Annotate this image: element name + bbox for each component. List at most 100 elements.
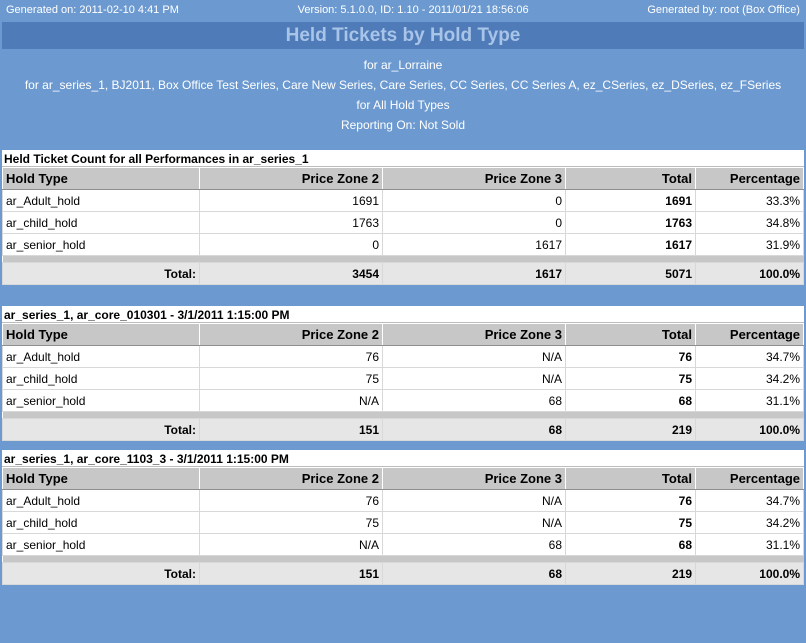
table-cell: 34.7% xyxy=(695,345,804,368)
table-cell: ar_senior_hold xyxy=(2,389,200,412)
column-header: Price Zone 3 xyxy=(382,467,566,490)
table-cell: ar_child_hold xyxy=(2,211,200,234)
table-row: ar_senior_hold N/A 68 68 31.1% xyxy=(2,533,804,556)
total-cell: 219 xyxy=(565,562,696,585)
table-cell: ar_senior_hold xyxy=(2,533,200,556)
table-cell: 31.9% xyxy=(695,233,804,256)
total-label: Total: xyxy=(2,562,200,585)
total-cell: 151 xyxy=(199,562,383,585)
table-cell: 76 xyxy=(565,489,696,512)
report-title-bar: Held Tickets by Hold Type xyxy=(2,22,804,49)
table-cell: ar_senior_hold xyxy=(2,233,200,256)
table-cell: 31.1% xyxy=(695,389,804,412)
total-cell: 100.0% xyxy=(695,262,804,285)
table-cell: 76 xyxy=(565,345,696,368)
hold-type-table: Hold Type Price Zone 2 Price Zone 3 Total Pe… xyxy=(2,323,804,441)
table-cell: 1691 xyxy=(199,189,383,212)
table-cell: 1691 xyxy=(565,189,696,212)
hold-type-table: Hold Type Price Zone 2 Price Zone 3 Total Pe… xyxy=(2,467,804,585)
column-header: Price Zone 3 xyxy=(382,323,566,346)
table-spacer-row xyxy=(2,411,804,419)
column-header: Hold Type xyxy=(2,167,200,190)
table-row: ar_senior_hold 0 1617 1617 31.9% xyxy=(2,233,804,256)
table-row: ar_child_hold 75 N/A 75 34.2% xyxy=(2,511,804,534)
table-cell: 0 xyxy=(382,211,566,234)
param-hold-types: for All Hold Types xyxy=(356,98,450,112)
column-header: Hold Type xyxy=(2,467,200,490)
column-header: Total xyxy=(565,167,696,190)
table-cell: 68 xyxy=(382,389,566,412)
column-header: Total xyxy=(565,323,696,346)
report-parameters: for ar_Lorraine for ar_series_1, BJ2011,… xyxy=(0,49,806,135)
table-row: ar_child_hold 75 N/A 75 34.2% xyxy=(2,367,804,390)
column-header: Total xyxy=(565,467,696,490)
table-row: ar_Adult_hold 1691 0 1691 33.3% xyxy=(2,189,804,212)
table-cell: 75 xyxy=(565,511,696,534)
total-label: Total: xyxy=(2,418,200,441)
column-header: Price Zone 2 xyxy=(199,167,383,190)
table-cell: N/A xyxy=(382,511,566,534)
table-cell: 1617 xyxy=(382,233,566,256)
total-cell: 1617 xyxy=(382,262,566,285)
table-cell: ar_Adult_hold xyxy=(2,189,200,212)
table-header-row: Hold Type Price Zone 2 Price Zone 3 Total Pe… xyxy=(2,467,804,490)
report-section: ar_series_1, ar_core_1103_3 - 3/1/2011 1… xyxy=(2,450,804,585)
table-cell: ar_Adult_hold xyxy=(2,489,200,512)
column-header: Percentage xyxy=(695,167,804,190)
table-cell: 68 xyxy=(565,533,696,556)
total-cell: 3454 xyxy=(199,262,383,285)
table-cell: 0 xyxy=(199,233,383,256)
param-reporting: Reporting On: Not Sold xyxy=(340,118,466,132)
table-cell: 34.2% xyxy=(695,367,804,390)
total-cell: 100.0% xyxy=(695,562,804,585)
table-spacer-row xyxy=(2,555,804,563)
table-header-row: Hold Type Price Zone 2 Price Zone 3 Total Pe… xyxy=(2,167,804,190)
total-cell: 151 xyxy=(199,418,383,441)
total-cell: 68 xyxy=(382,418,566,441)
report-section: ar_series_1, ar_core_010301 - 3/1/2011 1… xyxy=(2,306,804,441)
table-cell: 76 xyxy=(199,489,383,512)
version-text: Version: 5.1.0.0, ID: 1.10 - 2011/01/21 … xyxy=(297,4,529,16)
report-section: Held Ticket Count for all Performances i… xyxy=(2,150,804,285)
section-title: ar_series_1, ar_core_1103_3 - 3/1/2011 1… xyxy=(2,450,804,467)
column-header: Price Zone 3 xyxy=(382,167,566,190)
table-row: ar_Adult_hold 76 N/A 76 34.7% xyxy=(2,345,804,368)
section-title: ar_series_1, ar_core_010301 - 3/1/2011 1… xyxy=(2,306,804,323)
column-header: Hold Type xyxy=(2,323,200,346)
report-header-bar: Generated on: 2011-02-10 4:41 PM Version… xyxy=(0,0,806,20)
column-header: Percentage xyxy=(695,467,804,490)
table-cell: 33.3% xyxy=(695,189,804,212)
table-row: ar_child_hold 1763 0 1763 34.8% xyxy=(2,211,804,234)
table-cell: 68 xyxy=(565,389,696,412)
table-cell: N/A xyxy=(199,389,383,412)
column-header: Percentage xyxy=(695,323,804,346)
column-header: Price Zone 2 xyxy=(199,467,383,490)
table-cell: 0 xyxy=(382,189,566,212)
hold-type-table: Hold Type Price Zone 2 Price Zone 3 Total Pe… xyxy=(2,167,804,285)
total-cell: 5071 xyxy=(565,262,696,285)
table-cell: ar_child_hold xyxy=(2,367,200,390)
table-cell: 1763 xyxy=(565,211,696,234)
table-cell: 76 xyxy=(199,345,383,368)
table-cell: 75 xyxy=(565,367,696,390)
generated-on-text: Generated on: 2011-02-10 4:41 PM xyxy=(6,4,179,16)
table-cell: 34.7% xyxy=(695,489,804,512)
table-cell: 75 xyxy=(199,367,383,390)
section-title: Held Ticket Count for all Performances i… xyxy=(2,150,804,167)
table-cell: ar_Adult_hold xyxy=(2,345,200,368)
table-cell: 1617 xyxy=(565,233,696,256)
total-cell: 219 xyxy=(565,418,696,441)
param-user: for ar_Lorraine xyxy=(363,58,443,72)
table-cell: 68 xyxy=(382,533,566,556)
table-cell: N/A xyxy=(382,367,566,390)
table-header-row: Hold Type Price Zone 2 Price Zone 3 Total Pe… xyxy=(2,323,804,346)
total-cell: 100.0% xyxy=(695,418,804,441)
table-cell: ar_child_hold xyxy=(2,511,200,534)
table-row: ar_Adult_hold 76 N/A 76 34.7% xyxy=(2,489,804,512)
table-cell: 75 xyxy=(199,511,383,534)
total-row: Total: 151 68 219 100.0% xyxy=(2,562,804,585)
param-series: for ar_series_1, BJ2011, Box Office Test… xyxy=(24,78,782,92)
table-cell: N/A xyxy=(199,533,383,556)
table-cell: 34.2% xyxy=(695,511,804,534)
